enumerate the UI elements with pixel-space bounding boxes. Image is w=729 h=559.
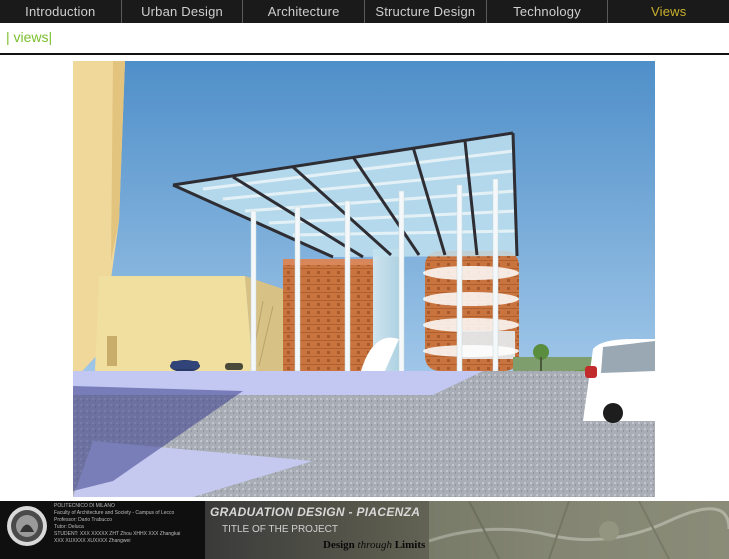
project-title: TITLE OF THE PROJECT [222,524,338,535]
header-divider [0,53,729,55]
graduation-title: GRADUATION DESIGN - PIACENZA [210,505,421,519]
university-name: POLITECNICO DI MILANO [54,503,115,509]
motto: Design through Limits [323,539,425,551]
footer-banner: POLITECNICO DI MILANO Faculty of Archite… [0,501,729,559]
tab-views[interactable]: Views [608,0,729,23]
motto-through: through [357,539,392,551]
section-title: | views| [6,29,53,45]
tab-introduction[interactable]: Introduction [0,0,122,23]
tutor-name: Tutor: Deluca [54,524,84,530]
tab-structure-design[interactable]: Structure Design [365,0,487,23]
top-navigation: Introduction Urban Design Architecture S… [0,0,729,23]
motto-design: Design [323,539,355,551]
university-info: POLITECNICO DI MILANO Faculty of Archite… [54,503,204,545]
motto-limits: Limits [394,539,426,551]
university-seal-icon [7,506,47,546]
faculty-name: Faculty of Architecture and Society - Ca… [54,510,175,516]
tab-architecture[interactable]: Architecture [243,0,366,23]
students-line-1: STUDENT: XXX XXXXX ZHT Zhou XHHX XXX Zha… [54,531,181,537]
tab-technology[interactable]: Technology [487,0,609,23]
architectural-rendering [73,61,655,497]
professor-name: Professor: Dario Trabucco [54,517,113,523]
tab-urban-design[interactable]: Urban Design [122,0,244,23]
students-line-2: XXX XUXXXX XUXXXX Zhangwei [54,538,131,544]
site-map-image [429,501,729,559]
